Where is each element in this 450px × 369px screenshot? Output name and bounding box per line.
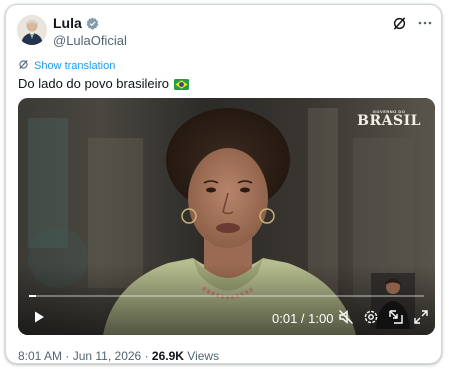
mute-icon[interactable] xyxy=(338,309,354,325)
translate-icon xyxy=(18,59,29,73)
tweet-text: Do lado do povo brasileiro xyxy=(18,76,190,91)
brand-big-text: BRASIL xyxy=(357,113,421,129)
avatar[interactable] xyxy=(17,15,47,45)
tweet-card[interactable]: Lula @LulaOficial Show translation Do la… xyxy=(5,4,442,364)
show-translation-link[interactable]: Show translation xyxy=(18,59,115,73)
video-time: 0:01 / 1:00 xyxy=(272,311,334,326)
meta-separator: · xyxy=(65,349,70,363)
grok-icon[interactable] xyxy=(391,15,407,31)
author-row: Lula xyxy=(53,15,99,31)
brazil-flag-icon xyxy=(174,78,190,90)
more-icon[interactable] xyxy=(417,15,433,31)
top-actions xyxy=(391,15,433,31)
verified-badge-icon xyxy=(86,17,99,30)
video-progress-fill xyxy=(29,295,36,297)
author-handle[interactable]: @LulaOficial xyxy=(53,33,127,48)
tweet-body: Do lado do povo brasileiro xyxy=(18,76,170,91)
views-count: 26.9K xyxy=(151,349,184,363)
video-progress-bar[interactable] xyxy=(29,295,424,297)
settings-icon[interactable] xyxy=(363,309,379,325)
page: Lula @LulaOficial Show translation Do la… xyxy=(0,0,450,369)
play-icon[interactable] xyxy=(32,310,46,324)
video-player[interactable]: GOVERNO DO BRASIL 0:01 / 1:00 xyxy=(18,98,435,335)
author-name[interactable]: Lula xyxy=(53,15,82,31)
show-translation-label[interactable]: Show translation xyxy=(34,60,115,72)
views-label: Views xyxy=(187,349,220,363)
tweet-metadata: 8:01 AM · Jun 11, 2026 · 26.9K Views xyxy=(18,349,219,363)
fullscreen-icon[interactable] xyxy=(413,309,429,325)
video-controls: 0:01 / 1:00 xyxy=(18,301,435,335)
pip-icon[interactable] xyxy=(388,309,404,325)
governo-brasil-logo: GOVERNO DO BRASIL xyxy=(357,110,421,129)
tweet-date[interactable]: Jun 11, 2026 xyxy=(73,349,142,363)
meta-separator-2: · xyxy=(144,349,149,363)
tweet-time[interactable]: 8:01 AM xyxy=(18,349,62,363)
avatar-image xyxy=(17,15,47,45)
